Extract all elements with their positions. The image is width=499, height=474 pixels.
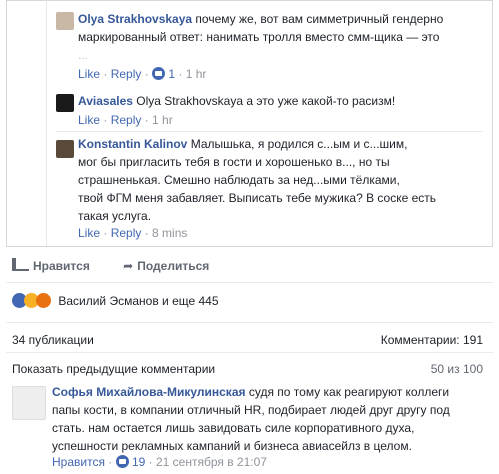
comments-counter: 50 из 100 xyxy=(430,362,483,376)
avatar[interactable] xyxy=(56,12,74,30)
avatar[interactable] xyxy=(12,386,46,420)
reply-text-line2: маркированный ответ: нанимать тролля вме… xyxy=(78,30,440,44)
reply-text: почему же, вот вам симметричный гендерно xyxy=(195,12,444,26)
like-count[interactable]: 1 xyxy=(168,67,175,81)
section-divider xyxy=(6,246,493,247)
comment-text-line3: стать. нам остается лишь завидовать силе… xyxy=(52,421,415,435)
comments-count[interactable]: Комментарии: 191 xyxy=(381,333,483,347)
reply-actions: Like · Reply · 1 · 1 hr xyxy=(78,67,207,81)
angry-reaction-icon xyxy=(36,293,51,308)
post-actions: Нравится ➦ Поделиться xyxy=(12,258,209,273)
thread-line xyxy=(46,0,47,246)
reply-text: Малышька, я родился с...ым и с...шим, xyxy=(190,137,408,151)
reactions-bar[interactable]: Василий Эсманов и еще 445 xyxy=(12,293,219,308)
reply-divider xyxy=(56,131,483,132)
reply-time[interactable]: 1 hr xyxy=(186,67,207,81)
share-arrow-icon: ➦ xyxy=(123,259,134,273)
thumbs-up-icon xyxy=(12,258,29,271)
reply-author-link[interactable]: Konstantin Kalinov xyxy=(78,137,187,151)
reply-author-link[interactable]: Olya Strakhovskaya xyxy=(78,12,192,26)
like-count-icon xyxy=(152,67,166,80)
reactions-names[interactable]: Василий Эсманов и еще 445 xyxy=(58,294,218,308)
frame-top-border xyxy=(6,0,493,1)
like-link[interactable]: Like xyxy=(78,113,100,127)
like-count[interactable]: 19 xyxy=(132,455,145,469)
reply-actions: Like · Reply · 8 mins xyxy=(78,226,188,240)
like-button[interactable]: Нравится xyxy=(12,258,93,273)
like-link[interactable]: Нравится xyxy=(52,455,105,469)
share-button[interactable]: ➦ Поделиться xyxy=(123,259,209,273)
reply-text-line2: мог бы пригласить тебя в гости и хорошен… xyxy=(78,155,390,169)
shares-count[interactable]: 34 публикации xyxy=(12,333,94,347)
like-count-icon xyxy=(115,455,129,468)
reply-text-line3: ... xyxy=(78,48,89,62)
comment-actions: Нравится · 19 · 21 сентября в 21:07 xyxy=(52,455,267,469)
reactions-divider xyxy=(6,282,493,283)
comment-text-line4: успешности рекламных кампаний и бизнеса … xyxy=(52,439,412,453)
reply-time[interactable]: 1 hr xyxy=(152,113,173,127)
previous-comments-link[interactable]: Показать предыдущие комментарии xyxy=(12,362,215,376)
reply-time[interactable]: 8 mins xyxy=(152,226,187,240)
comment-time[interactable]: 21 сентября в 21:07 xyxy=(156,455,267,469)
comment-text-line2: папы кости, в компании отличный HR, подб… xyxy=(52,403,450,417)
reply-link[interactable]: Reply xyxy=(111,67,142,81)
reply-text-line3: страшненькая. Смешно наблюдать за нед...… xyxy=(78,173,400,187)
like-link[interactable]: Like xyxy=(78,67,100,81)
reply-text-line5: такая услуга. xyxy=(78,209,152,223)
avatar[interactable] xyxy=(56,94,74,112)
avatar[interactable] xyxy=(56,140,74,158)
frame-right-border xyxy=(492,0,493,246)
reply-text-line4: твой ФГМ меня забавляет. Выписать тебе м… xyxy=(78,191,437,205)
reply-link[interactable]: Reply xyxy=(111,113,142,127)
comments-divider xyxy=(6,352,493,353)
comment-author-link[interactable]: Софья Михайлова-Микулинская xyxy=(52,385,246,399)
reply-author-link[interactable]: Aviasales xyxy=(78,94,133,108)
reply-text: Olya Strakhovskaya а это уже какой-то ра… xyxy=(136,94,396,108)
like-link[interactable]: Like xyxy=(78,226,100,240)
stats-divider xyxy=(6,322,493,323)
frame-left-border xyxy=(6,0,7,246)
reply-actions: Like · Reply · 1 hr xyxy=(78,113,173,127)
reply-link[interactable]: Reply xyxy=(111,226,142,240)
comment-text: судя по тому как реагируют коллеги xyxy=(248,385,450,399)
